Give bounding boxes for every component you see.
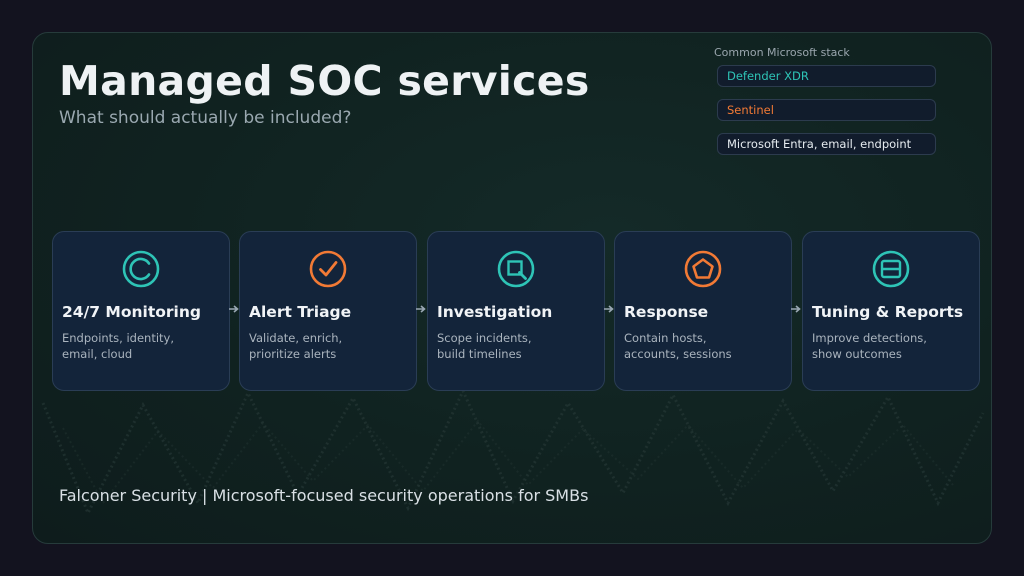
step-description-line: show outcomes — [812, 347, 902, 361]
footer-tagline: Falconer Security | Microsoft-focused se… — [59, 486, 589, 505]
microsoft-stack-panel: Common Microsoft stack Defender XDR Sent… — [714, 46, 936, 167]
step-card-investigation: Investigation Scope incidents, build tim… — [427, 231, 605, 391]
step-description: Contain hosts, accounts, sessions — [624, 330, 784, 362]
report-icon — [872, 250, 910, 288]
stack-pill-sentinel: Sentinel — [717, 99, 936, 121]
step-description-line: email, cloud — [62, 347, 133, 361]
step-title: Investigation — [437, 303, 553, 321]
stack-pill-entra-email-endpoint: Microsoft Entra, email, endpoint — [717, 133, 936, 155]
step-card-alert-triage: Alert Triage Validate, enrich, prioritiz… — [239, 231, 417, 391]
step-card-response: Response Contain hosts, accounts, sessio… — [614, 231, 792, 391]
arrow-right-icon — [416, 305, 426, 313]
step-description-line: Endpoints, identity, — [62, 331, 175, 345]
pentagon-icon — [684, 250, 722, 288]
step-description-line: build timelines — [437, 347, 522, 361]
arrow-right-icon — [604, 305, 614, 313]
step-description: Improve detections, show outcomes — [812, 330, 972, 362]
step-description: Scope incidents, build timelines — [437, 330, 597, 362]
step-description-line: Contain hosts, — [624, 331, 707, 345]
stack-pill-defender-xdr: Defender XDR — [717, 65, 936, 87]
step-description: Validate, enrich, prioritize alerts — [249, 330, 409, 362]
slide: Managed SOC services What should actuall… — [32, 32, 992, 544]
magnifier-icon — [497, 250, 535, 288]
step-card-monitoring: 24/7 Monitoring Endpoints, identity, ema… — [52, 231, 230, 391]
arrow-right-icon — [229, 305, 239, 313]
step-description: Endpoints, identity, email, cloud — [62, 330, 222, 362]
step-description-line: Improve detections, — [812, 331, 927, 345]
step-title: 24/7 Monitoring — [62, 303, 201, 321]
step-title: Response — [624, 303, 709, 321]
step-description-line: accounts, sessions — [624, 347, 732, 361]
step-title: Tuning & Reports — [812, 303, 964, 321]
arrow-right-icon — [791, 305, 801, 313]
monitoring-icon — [122, 250, 160, 288]
page-title: Managed SOC services — [59, 57, 590, 105]
step-title: Alert Triage — [249, 303, 352, 321]
step-card-tuning-reports: Tuning & Reports Improve detections, sho… — [802, 231, 980, 391]
step-description-line: prioritize alerts — [249, 347, 337, 361]
step-description-line: Scope incidents, — [437, 331, 532, 345]
stack-label: Common Microsoft stack — [714, 46, 850, 59]
step-description-line: Validate, enrich, — [249, 331, 343, 345]
page-subtitle: What should actually be included? — [59, 108, 352, 128]
check-icon — [309, 250, 347, 288]
